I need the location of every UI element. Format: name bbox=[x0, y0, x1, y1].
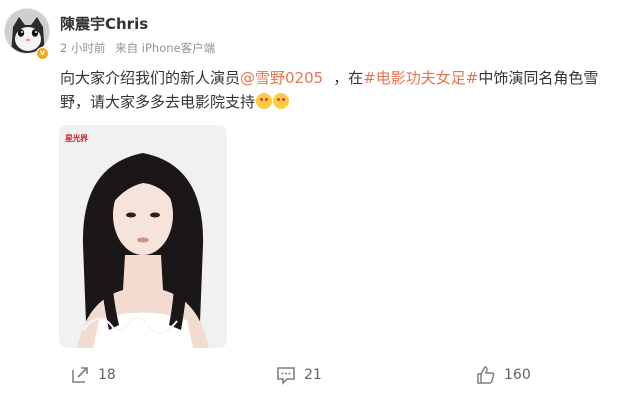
scream-emoji-icon bbox=[273, 93, 290, 109]
repost-icon bbox=[72, 367, 88, 383]
post-text: 向大家介绍我们的新人演员@雪野0205 ，在#电影功夫女足#中饰演同名角色雪 野，… bbox=[60, 66, 605, 114]
comment-count: 21 bbox=[304, 367, 322, 383]
comment-button[interactable]: 21 bbox=[276, 364, 322, 386]
comment-icon bbox=[277, 367, 295, 385]
photo-logo: 星光界 bbox=[65, 134, 88, 143]
verified-badge-icon: v bbox=[36, 47, 49, 60]
repost-button[interactable]: 18 bbox=[70, 364, 116, 386]
author-name[interactable]: 陳震宇Chris bbox=[60, 13, 148, 34]
like-button[interactable]: 160 bbox=[476, 364, 531, 386]
scream-emoji-icon bbox=[256, 93, 273, 109]
mention-link[interactable]: @雪野0205 bbox=[240, 69, 323, 87]
post-text-part: 向大家介绍我们的新人演员 bbox=[60, 69, 241, 87]
post-text-part: 中饰演同名角色雪 bbox=[478, 69, 599, 87]
thumbs-up-icon bbox=[477, 366, 495, 384]
like-count: 160 bbox=[504, 367, 531, 383]
post-source: 来自 iPhone客户端 bbox=[115, 41, 216, 55]
hashtag-link[interactable]: #电影功夫女足# bbox=[363, 69, 478, 87]
post-text-part: ，在 bbox=[333, 69, 364, 87]
repost-count: 18 bbox=[98, 367, 116, 383]
post-time[interactable]: 2 小时前 bbox=[60, 41, 105, 55]
action-bar: 18 21 160 bbox=[0, 360, 618, 390]
portrait-image bbox=[59, 125, 227, 348]
post-photo[interactable]: 星光界 bbox=[59, 125, 227, 348]
post-meta: 2 小时前 来自 iPhone客户端 bbox=[60, 40, 215, 56]
post-text-part: 野，请大家多多去电影院支持 bbox=[60, 93, 256, 111]
